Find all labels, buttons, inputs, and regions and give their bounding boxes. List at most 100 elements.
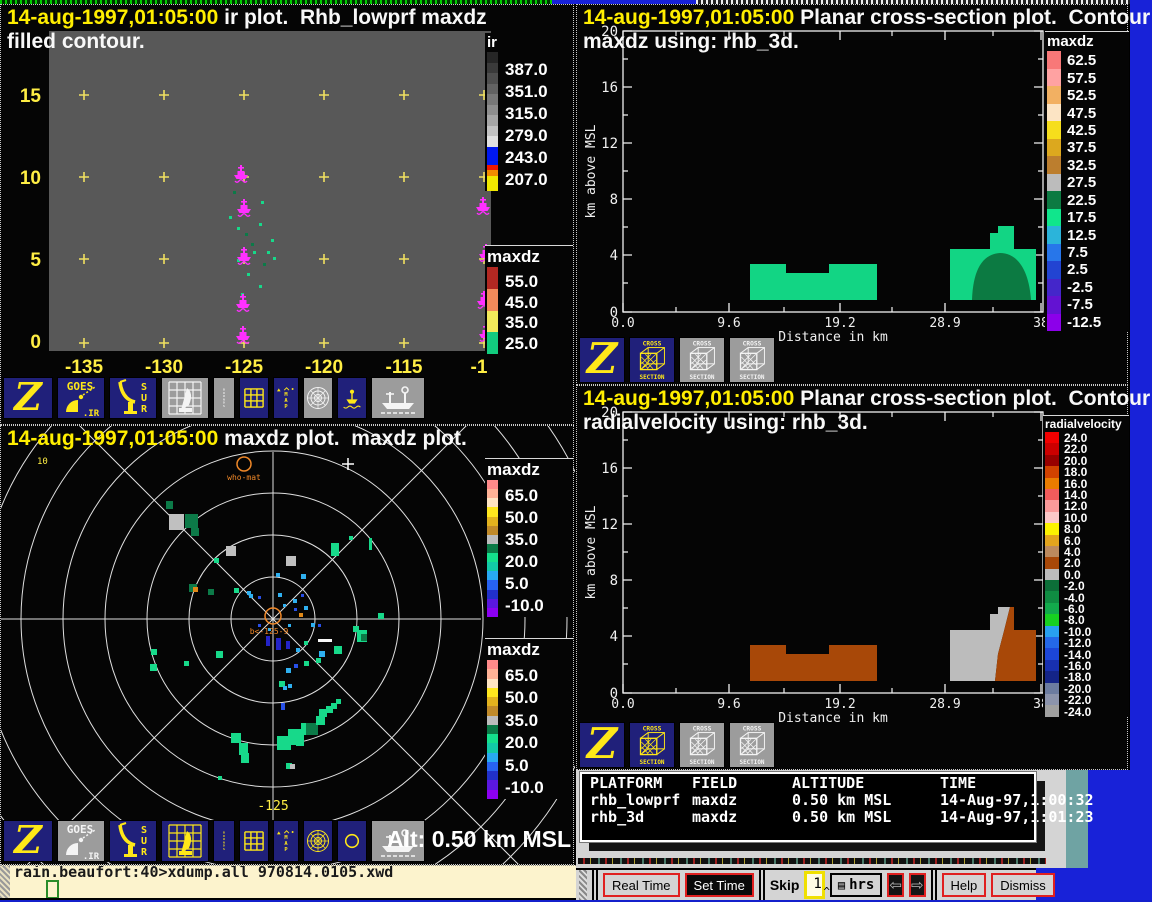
z-icon: Z <box>4 378 52 418</box>
ship-icon <box>372 378 424 418</box>
bounds-icon: BOUNDS <box>214 821 234 861</box>
svg-text:SECTION: SECTION <box>740 374 765 381</box>
svg-text:4: 4 <box>610 248 618 264</box>
dismiss-button[interactable]: Dismiss <box>991 873 1055 897</box>
colorbar-segment <box>487 311 498 333</box>
colorbar-label: 50.0 <box>505 509 538 526</box>
table-row: rhb_3dmaxdz0.50 km MSL14-Aug-97,1:01:23 <box>582 808 1034 825</box>
toolbar-button-map[interactable]: MAP <box>273 820 299 862</box>
toolbar-button-cross[interactable]: CROSSSECTION <box>729 722 775 768</box>
toolbar-button-goes[interactable]: GOES.IR <box>57 820 105 862</box>
toolbar-button-cross[interactable]: CROSS SECTION <box>729 337 775 383</box>
toolbar-button-cross[interactable]: CROSSSECTION <box>629 337 675 383</box>
colorbar-segment <box>487 688 498 697</box>
panel-ir-plot: 14-aug-1997,01:05:00 ir plot. Rhb_lowprf… <box>0 4 574 425</box>
svg-text:-130: -130 <box>145 357 183 378</box>
colorbar-segment <box>487 289 498 311</box>
step-back-button[interactable]: ⇦ <box>887 873 904 897</box>
toolbar-button-buoy[interactable] <box>337 377 367 419</box>
svg-text:9.6: 9.6 <box>717 697 740 712</box>
toolbar-button-z[interactable]: Z <box>3 820 53 862</box>
toolbar-button-polar[interactable] <box>303 820 333 862</box>
colorbar-label: 37.5 <box>1067 140 1096 155</box>
panel-title: 14-aug-1997,01:05:00 Planar cross-sectio… <box>583 387 1152 411</box>
colorbar-segment <box>487 126 498 137</box>
colorbar-title: ir <box>487 34 497 51</box>
colorbar-segment <box>1045 660 1059 671</box>
toolbar-button-griddish[interactable] <box>161 820 209 862</box>
colorbar-segment <box>487 84 498 95</box>
panel-ppi-radar: 14-aug-1997,01:05:00 maxdz plot. maxdz p… <box>0 425 574 865</box>
panel-subtitle: maxdz using: rhb_3d. <box>583 30 799 54</box>
panel-subtitle: radialvelocity using: rhb_3d. <box>583 411 868 435</box>
colorbar-segment <box>1047 174 1061 192</box>
svg-text:Distance in km: Distance in km <box>778 330 888 345</box>
toolbar-button-z[interactable]: Z <box>579 722 625 768</box>
terminal-strip[interactable]: rain.beaufort:40>xdump.all 970814.0105.x… <box>0 865 576 898</box>
colorbar-segment <box>1047 296 1061 314</box>
toolbar-button-circ[interactable] <box>337 820 367 862</box>
step-forward-button[interactable]: ⇨ <box>909 873 926 897</box>
toolbar-button-cross[interactable]: CROSSSECTION <box>679 722 725 768</box>
colorbar-label: 387.0 <box>505 61 548 78</box>
toolbar-button-polar[interactable] <box>303 377 333 419</box>
real-time-button[interactable]: Real Time <box>603 873 680 897</box>
svg-text:CROSS: CROSS <box>693 726 712 733</box>
colorbar-segment <box>1045 500 1059 511</box>
toolbar-button-goes[interactable]: GOES.IR <box>57 377 105 419</box>
colorbar-segment <box>1047 209 1061 227</box>
svg-text:0.0: 0.0 <box>611 697 634 712</box>
colorbar-segment <box>487 780 498 789</box>
toolbar-button-grid3[interactable] <box>239 820 269 862</box>
colorbar-segment <box>487 332 498 354</box>
griddish-icon <box>162 378 208 418</box>
colorbar-segment <box>1045 671 1059 682</box>
colorbar-segment <box>487 580 498 589</box>
toolbar-button-bounds[interactable]: BOUNDS <box>213 377 235 419</box>
colorbar-segment <box>487 526 498 535</box>
grid3-icon <box>240 821 268 861</box>
colorbar-segment <box>487 507 498 516</box>
goes-icon: GOES.IR <box>58 821 104 861</box>
hrs-label: hrs <box>849 877 874 893</box>
svg-text:CROSS: CROSS <box>743 341 762 348</box>
toolbar-button-griddish[interactable] <box>161 377 209 419</box>
colorbar-segment <box>487 590 498 599</box>
colorbar-segment <box>1047 86 1061 104</box>
colorbar-label: 5.0 <box>505 757 529 774</box>
toolbar-button-ship[interactable] <box>371 377 425 419</box>
help-button[interactable]: Help <box>942 873 987 897</box>
panel-subtitle: filled contour. <box>7 30 145 54</box>
toolbar-button-map[interactable]: MAP <box>273 377 299 419</box>
colorbar-segment <box>487 697 498 706</box>
cross-icon: CROSSSECTION <box>630 723 674 767</box>
toolbar-button-grid3[interactable] <box>239 377 269 419</box>
colorbar-segment <box>1045 432 1059 443</box>
toolbar-button-bounds[interactable]: BOUNDS <box>213 820 235 862</box>
svg-text:SECTION: SECTION <box>640 374 665 381</box>
colorbar-segment <box>1045 557 1059 568</box>
colorbar-segment <box>487 608 498 617</box>
svg-text:10: 10 <box>20 168 41 189</box>
colorbar-segment <box>487 762 498 771</box>
colorbar-label: 35.0 <box>505 712 538 729</box>
zebra-display-root: 14-aug-1997,01:05:00 ir plot. Rhb_lowprf… <box>0 0 1152 900</box>
hours-units-button[interactable]: ▤hrs <box>830 873 883 897</box>
toolbar-button-sur[interactable]: SUR <box>109 820 157 862</box>
colorbar-title: maxdz <box>1047 33 1094 50</box>
colorbar-segment <box>487 147 498 165</box>
desktop-gap <box>1088 770 1152 868</box>
toolbar-button-sur[interactable]: SUR <box>109 377 157 419</box>
colorbar-segment <box>1047 139 1061 157</box>
colorbar-segment <box>1045 455 1059 466</box>
toolbar-button-z[interactable]: Z <box>579 337 625 383</box>
panel-title: 14-aug-1997,01:05:00 maxdz plot. maxdz p… <box>7 427 467 451</box>
toolbar-button-z[interactable]: Z <box>3 377 53 419</box>
set-time-button[interactable]: Set Time <box>685 873 754 897</box>
goes-icon: GOES.IR <box>58 378 104 418</box>
skip-input[interactable]: 1^ <box>804 871 824 899</box>
colorbar-segment <box>487 176 498 191</box>
toolbar-button-cross[interactable]: CROSSSECTION <box>629 722 675 768</box>
spinner-caret-icon[interactable]: ^ <box>823 882 830 902</box>
toolbar-button-cross[interactable]: CROSSSECTION <box>679 337 725 383</box>
